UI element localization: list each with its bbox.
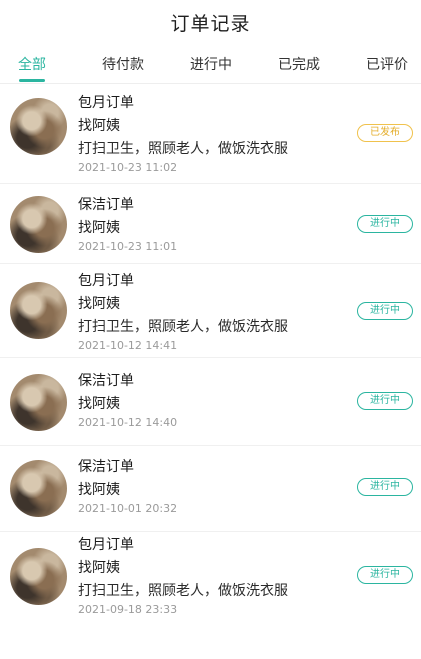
order-type: 包月订单 <box>78 273 134 289</box>
tab-label: 进行中 <box>190 57 232 73</box>
tab-all[interactable]: 全部 <box>18 54 46 82</box>
order-item[interactable]: 保洁订单 找阿姨 2021-10-12 14:40 进行中 <box>0 358 421 446</box>
order-item[interactable]: 包月订单 找阿姨 打扫卫生，照顾老人，做饭洗衣服 2021-10-12 14:4… <box>0 264 421 358</box>
status-badge: 已发布 <box>357 124 413 142</box>
order-item[interactable]: 保洁订单 找阿姨 2021-10-01 20:32 进行中 <box>0 446 421 532</box>
order-type: 保洁订单 <box>78 459 134 475</box>
order-time: 2021-10-23 11:01 <box>78 240 178 253</box>
tab-label: 已完成 <box>278 57 320 73</box>
avatar <box>10 548 67 605</box>
active-tab-indicator <box>19 79 45 82</box>
page-title: 订单记录 <box>170 12 251 35</box>
order-item[interactable]: 包月订单 找阿姨 打扫卫生，照顾老人，做饭洗衣服 2021-09-18 23:3… <box>0 532 421 622</box>
order-type: 保洁订单 <box>78 197 134 213</box>
order-time: 2021-10-12 14:40 <box>78 416 178 429</box>
order-time: 2021-09-18 23:33 <box>78 603 178 616</box>
status-badge: 进行中 <box>357 215 413 233</box>
tab-reviewed[interactable]: 已评价 <box>366 54 408 74</box>
service-description: 打扫卫生，照顾老人，做饭洗衣服 <box>78 141 288 157</box>
service-description: 打扫卫生，照顾老人，做饭洗衣服 <box>78 319 288 335</box>
tab-in-progress[interactable]: 进行中 <box>190 54 232 74</box>
order-time: 2021-10-23 11:02 <box>78 161 178 174</box>
status-badge: 进行中 <box>357 302 413 320</box>
tab-label: 已评价 <box>366 57 408 73</box>
tab-label: 待付款 <box>102 57 144 73</box>
order-item[interactable]: 保洁订单 找阿姨 2021-10-23 11:01 进行中 <box>0 184 421 264</box>
avatar <box>10 98 67 155</box>
header: 订单记录 <box>0 0 421 44</box>
avatar <box>10 460 67 517</box>
status-badge: 进行中 <box>357 392 413 410</box>
avatar <box>10 196 67 253</box>
tab-pending-payment[interactable]: 待付款 <box>102 54 144 74</box>
order-time: 2021-10-01 20:32 <box>78 502 178 515</box>
order-type: 包月订单 <box>78 537 134 553</box>
service-description: 打扫卫生，照顾老人，做饭洗衣服 <box>78 583 288 599</box>
order-list: 包月订单 找阿姨 打扫卫生，照顾老人，做饭洗衣服 2021-10-23 11:0… <box>0 90 421 622</box>
avatar <box>10 282 67 339</box>
avatar <box>10 374 67 431</box>
tab-label: 全部 <box>18 57 46 73</box>
order-item[interactable]: 包月订单 找阿姨 打扫卫生，照顾老人，做饭洗衣服 2021-10-23 11:0… <box>0 90 421 184</box>
status-tabs: 全部 待付款 进行中 已完成 已评价 <box>0 44 421 84</box>
order-time: 2021-10-12 14:41 <box>78 339 178 352</box>
status-badge: 进行中 <box>357 566 413 584</box>
order-type: 包月订单 <box>78 95 134 111</box>
tab-completed[interactable]: 已完成 <box>278 54 320 74</box>
status-badge: 进行中 <box>357 478 413 496</box>
order-type: 保洁订单 <box>78 373 134 389</box>
